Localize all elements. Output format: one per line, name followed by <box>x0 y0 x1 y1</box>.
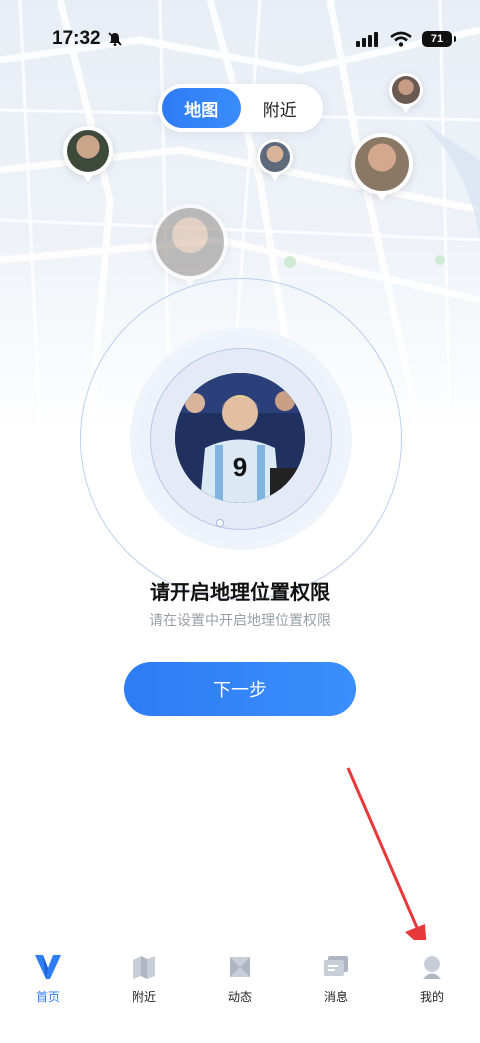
user-pin[interactable] <box>351 133 413 201</box>
user-pin[interactable] <box>63 126 113 182</box>
avatar <box>67 130 109 172</box>
status-bar: 17:32 71 <box>0 0 480 78</box>
home-v-icon <box>33 952 63 982</box>
tab-label: 附近 <box>131 990 156 1004</box>
tab-label: 我的 <box>419 990 444 1004</box>
tab-label: 首页 <box>35 990 60 1004</box>
tab-nearby-bottom[interactable]: 附近 <box>104 940 184 1010</box>
moments-icon <box>225 952 255 982</box>
tab-label: 消息 <box>323 990 348 1004</box>
map-nearby-switch: 地图 附近 <box>158 84 323 132</box>
message-icon <box>321 952 351 982</box>
permission-subtitle: 请在设置中开启地理位置权限 <box>149 613 331 629</box>
avatar <box>156 208 224 276</box>
battery-level: 71 <box>430 33 444 45</box>
user-pin[interactable] <box>389 73 423 113</box>
bottom-tab-bar: 首页 附近 动态 消息 我的 <box>0 940 480 1010</box>
battery-icon: 71 <box>422 31 456 47</box>
avatar <box>355 137 409 191</box>
signal-icon <box>356 32 378 47</box>
nearby-icon <box>129 952 159 982</box>
permission-title: 请开启地理位置权限 <box>150 580 330 604</box>
wifi-icon <box>390 31 412 47</box>
tab-map[interactable]: 地图 <box>162 88 241 128</box>
radar-dot <box>216 519 224 527</box>
profile-icon <box>417 952 447 982</box>
tab-messages[interactable]: 消息 <box>296 940 376 1010</box>
bell-muted-icon <box>107 32 122 46</box>
svg-text:9: 9 <box>233 452 247 482</box>
avatar-photo: 9 <box>175 373 305 503</box>
next-step-button[interactable]: 下一步 <box>124 662 356 716</box>
tab-moments[interactable]: 动态 <box>200 940 280 1010</box>
status-time: 17:32 <box>52 28 101 49</box>
avatar <box>392 76 420 104</box>
my-avatar: 9 <box>175 373 305 503</box>
tab-profile[interactable]: 我的 <box>392 940 472 1010</box>
user-pin[interactable] <box>152 204 228 286</box>
tab-home[interactable]: 首页 <box>8 940 88 1010</box>
user-pin[interactable] <box>257 139 293 181</box>
tab-label: 动态 <box>227 990 252 1004</box>
tab-nearby[interactable]: 附近 <box>241 88 320 128</box>
avatar <box>260 142 290 172</box>
